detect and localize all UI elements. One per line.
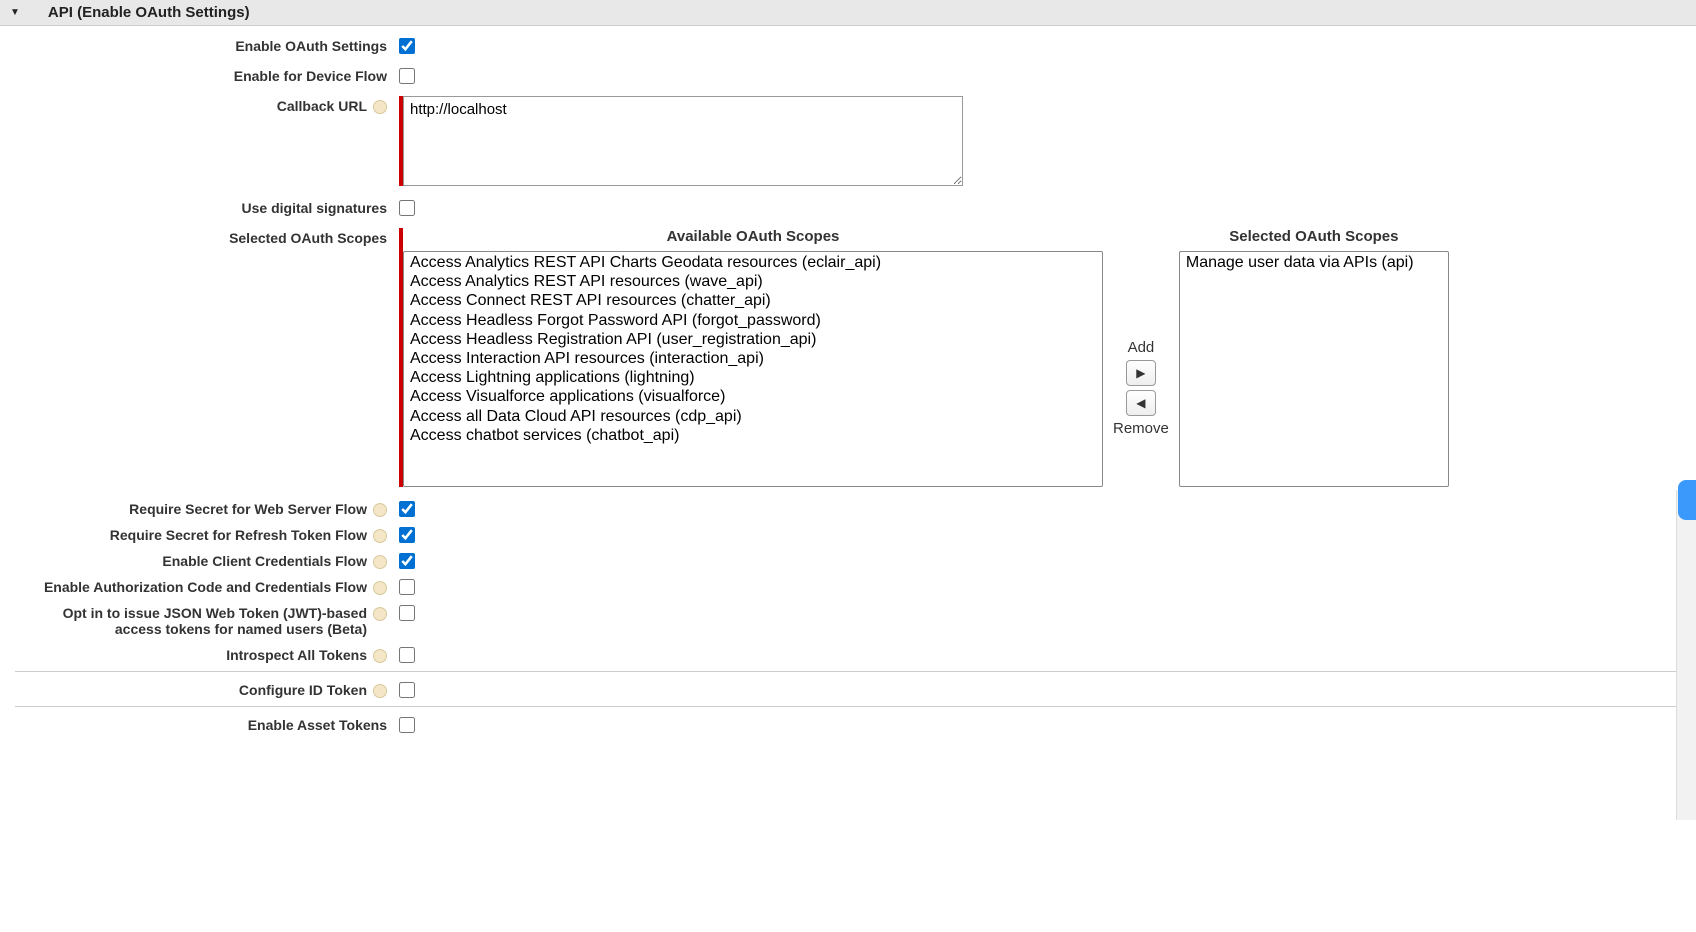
scope-option[interactable]: Access Lightning applications (lightning…: [406, 369, 1100, 388]
scope-option[interactable]: Access Connect REST API resources (chatt…: [406, 292, 1100, 311]
help-icon[interactable]: [373, 100, 387, 114]
help-icon[interactable]: [373, 503, 387, 517]
label-introspect-all-tokens: Introspect All Tokens: [226, 647, 367, 663]
oauth-form: Enable OAuth Settings Enable for Device …: [0, 26, 1696, 663]
help-icon[interactable]: [373, 684, 387, 698]
help-icon[interactable]: [373, 607, 387, 621]
divider: [15, 671, 1681, 672]
checkbox-jwt-named-users[interactable]: [399, 605, 415, 621]
scope-option[interactable]: Access Analytics REST API resources (wav…: [406, 273, 1100, 292]
checkbox-configure-id-token[interactable]: [399, 682, 415, 698]
scope-option[interactable]: Access Analytics REST API Charts Geodata…: [406, 254, 1100, 273]
callback-url-input[interactable]: [403, 96, 963, 186]
remove-label: Remove: [1113, 420, 1169, 437]
help-icon[interactable]: [373, 649, 387, 663]
selected-scopes-listbox[interactable]: Manage user data via APIs (api): [1179, 251, 1449, 487]
checkbox-introspect-all-tokens[interactable]: [399, 647, 415, 663]
label-enable-client-credentials: Enable Client Credentials Flow: [162, 553, 367, 569]
label-jwt-named-users: Opt in to issue JSON Web Token (JWT)-bas…: [27, 605, 367, 637]
divider: [15, 706, 1681, 707]
scope-option[interactable]: Access chatbot services (chatbot_api): [406, 427, 1100, 446]
scope-option[interactable]: Access all Data Cloud API resources (cdp…: [406, 408, 1100, 427]
help-icon[interactable]: [373, 529, 387, 543]
label-enable-asset-tokens: Enable Asset Tokens: [15, 715, 395, 733]
side-scrollbar[interactable]: [1676, 490, 1696, 820]
label-enable-auth-code-creds: Enable Authorization Code and Credential…: [44, 579, 367, 595]
label-use-digital-signatures: Use digital signatures: [15, 198, 395, 216]
label-configure-id-token: Configure ID Token: [239, 682, 367, 698]
collapse-caret-icon[interactable]: ▼: [10, 7, 20, 18]
scope-option[interactable]: Access Interaction API resources (intera…: [406, 350, 1100, 369]
selected-scopes-title: Selected OAuth Scopes: [1229, 228, 1398, 245]
checkbox-enable-client-credentials[interactable]: [399, 553, 415, 569]
scrollbar-thumb[interactable]: [1678, 480, 1696, 520]
scope-option[interactable]: Access Visualforce applications (visualf…: [406, 388, 1100, 407]
scope-option[interactable]: Manage user data via APIs (api): [1182, 254, 1446, 273]
label-enable-oauth: Enable OAuth Settings: [15, 36, 395, 54]
add-label: Add: [1128, 339, 1155, 356]
add-scope-button[interactable]: ▶: [1126, 360, 1156, 386]
checkbox-require-secret-web[interactable]: [399, 501, 415, 517]
label-enable-device-flow: Enable for Device Flow: [15, 66, 395, 84]
label-require-secret-web: Require Secret for Web Server Flow: [129, 501, 367, 517]
checkbox-enable-device-flow[interactable]: [399, 68, 415, 84]
help-icon[interactable]: [373, 555, 387, 569]
scope-option[interactable]: Access Headless Registration API (user_r…: [406, 331, 1100, 350]
triangle-left-icon: ◀: [1136, 396, 1145, 410]
remove-scope-button[interactable]: ◀: [1126, 390, 1156, 416]
section-title: API (Enable OAuth Settings): [48, 4, 250, 21]
triangle-right-icon: ▶: [1136, 366, 1145, 380]
checkbox-enable-oauth[interactable]: [399, 38, 415, 54]
checkbox-require-secret-refresh[interactable]: [399, 527, 415, 543]
section-header: ▼ API (Enable OAuth Settings): [0, 0, 1696, 26]
label-require-secret-refresh: Require Secret for Refresh Token Flow: [110, 527, 367, 543]
label-callback-url: Callback URL: [277, 98, 367, 114]
available-scopes-listbox[interactable]: Access Analytics REST API Charts Geodata…: [403, 251, 1103, 487]
label-selected-oauth-scopes: Selected OAuth Scopes: [15, 228, 395, 246]
scope-option[interactable]: Access Headless Forgot Password API (for…: [406, 312, 1100, 331]
help-icon[interactable]: [373, 581, 387, 595]
checkbox-enable-asset-tokens[interactable]: [399, 717, 415, 733]
checkbox-use-digital-signatures[interactable]: [399, 200, 415, 216]
available-scopes-title: Available OAuth Scopes: [667, 228, 840, 245]
checkbox-enable-auth-code-creds[interactable]: [399, 579, 415, 595]
